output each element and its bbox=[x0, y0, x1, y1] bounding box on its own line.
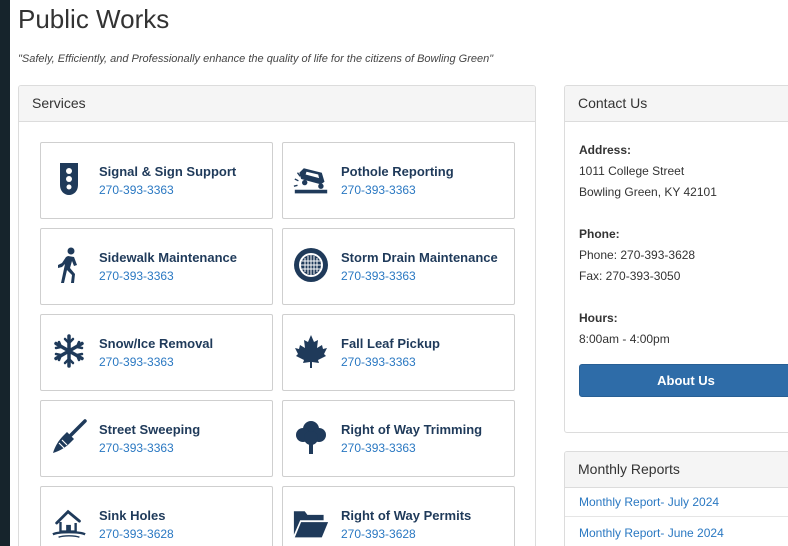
address-line-2: Bowling Green, KY 42101 bbox=[579, 185, 717, 199]
service-name: Storm Drain Maintenance bbox=[341, 250, 498, 265]
service-phone-link[interactable]: 270-393-3363 bbox=[99, 183, 174, 197]
folder-icon bbox=[293, 505, 329, 541]
about-us-button[interactable]: About Us bbox=[579, 364, 788, 397]
service-phone-link[interactable]: 270-393-3363 bbox=[99, 441, 174, 455]
monthly-reports-heading: Monthly Reports bbox=[565, 452, 788, 488]
service-card-fall-leaf[interactable]: Fall Leaf Pickup 270-393-3363 bbox=[282, 314, 515, 391]
address-label: Address: bbox=[579, 143, 632, 157]
service-name: Right of Way Permits bbox=[341, 508, 472, 523]
service-name: Sink Holes bbox=[99, 508, 166, 523]
service-name: Signal & Sign Support bbox=[99, 164, 237, 179]
service-phone-link[interactable]: 270-393-3628 bbox=[341, 527, 416, 541]
service-name: Fall Leaf Pickup bbox=[341, 336, 440, 351]
service-phone-link[interactable]: 270-393-3363 bbox=[341, 355, 416, 369]
contact-heading: Contact Us bbox=[565, 86, 788, 122]
phone-label: Phone: bbox=[579, 227, 620, 241]
service-card-pothole[interactable]: Pothole Reporting 270-393-3363 bbox=[282, 142, 515, 219]
contact-panel: Contact Us Address: 1011 College Street … bbox=[564, 85, 788, 433]
walking-person-icon bbox=[51, 247, 87, 283]
service-card-sidewalk[interactable]: Sidewalk Maintenance 270-393-3363 bbox=[40, 228, 273, 305]
address-line-1: 1011 College Street bbox=[579, 164, 685, 178]
page-title: Public Works bbox=[18, 4, 170, 34]
service-name: Street Sweeping bbox=[99, 422, 201, 437]
service-card-signal-sign[interactable]: Signal & Sign Support 270-393-3363 bbox=[40, 142, 273, 219]
snowflake-icon bbox=[51, 333, 87, 369]
storm-drain-icon bbox=[293, 247, 329, 283]
services-heading: Services bbox=[19, 86, 535, 122]
traffic-signal-icon bbox=[51, 161, 87, 197]
service-phone-link[interactable]: 270-393-3363 bbox=[341, 183, 416, 197]
report-link-july-2024[interactable]: Monthly Report- July 2024 bbox=[565, 488, 788, 517]
page-container: Public Works "Safely, Efficiently, and P… bbox=[10, 0, 788, 546]
maple-leaf-icon bbox=[293, 333, 329, 369]
monthly-reports-panel: Monthly Reports Monthly Report- July 202… bbox=[564, 451, 788, 546]
page-tagline: "Safely, Efficiently, and Professionally… bbox=[18, 53, 494, 65]
tree-icon bbox=[293, 419, 329, 455]
service-card-snow-ice[interactable]: Snow/Ice Removal 270-393-3363 bbox=[40, 314, 273, 391]
sinkhole-house-icon bbox=[51, 505, 87, 541]
service-phone-link[interactable]: 270-393-3363 bbox=[341, 269, 416, 283]
service-name: Pothole Reporting bbox=[341, 164, 454, 179]
service-phone-link[interactable]: 270-393-3363 bbox=[99, 355, 174, 369]
services-panel: Services Signal & Sign Support 270-393-3… bbox=[18, 85, 536, 546]
service-card-street-sweeping[interactable]: Street Sweeping 270-393-3363 bbox=[40, 400, 273, 477]
service-phone-link[interactable]: 270-393-3363 bbox=[341, 441, 416, 455]
broom-icon bbox=[51, 419, 87, 455]
service-name: Sidewalk Maintenance bbox=[99, 250, 237, 265]
report-link-june-2024[interactable]: Monthly Report- June 2024 bbox=[565, 517, 788, 546]
hours-value: 8:00am - 4:00pm bbox=[579, 332, 670, 346]
fax-number: Fax: 270-393-3050 bbox=[579, 269, 681, 283]
pothole-car-icon bbox=[293, 161, 329, 197]
service-card-right-of-way-trimming[interactable]: Right of Way Trimming 270-393-3363 bbox=[282, 400, 515, 477]
service-card-sink-holes[interactable]: Sink Holes 270-393-3628 bbox=[40, 486, 273, 546]
service-phone-link[interactable]: 270-393-3628 bbox=[99, 527, 174, 541]
service-card-right-of-way-permits[interactable]: Right of Way Permits 270-393-3628 bbox=[282, 486, 515, 546]
phone-number: Phone: 270-393-3628 bbox=[579, 248, 696, 262]
service-name: Right of Way Trimming bbox=[341, 422, 483, 437]
service-phone-link[interactable]: 270-393-3363 bbox=[99, 269, 174, 283]
service-card-storm-drain[interactable]: Storm Drain Maintenance 270-393-3363 bbox=[282, 228, 515, 305]
hours-label: Hours: bbox=[579, 311, 618, 325]
service-name: Snow/Ice Removal bbox=[99, 336, 214, 351]
